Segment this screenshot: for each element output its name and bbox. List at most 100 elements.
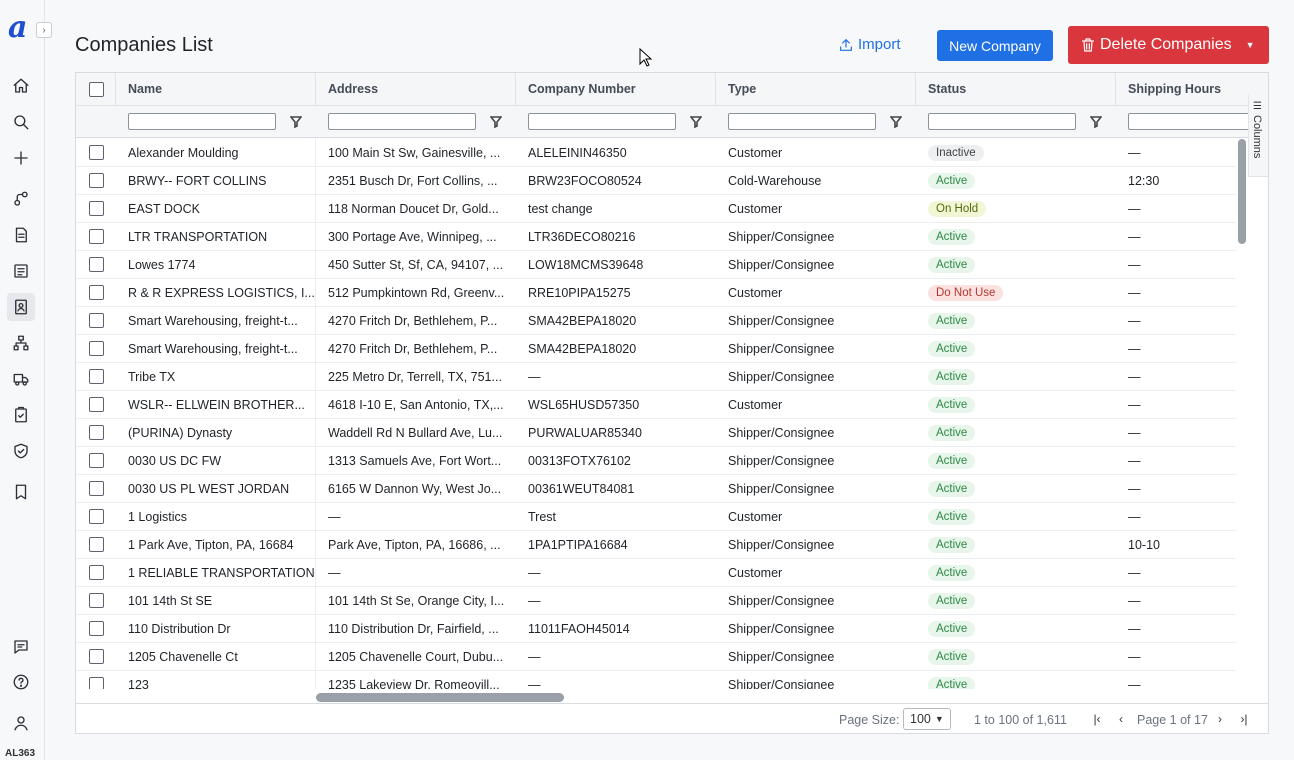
table-row[interactable]: Tribe TX 225 Metro Dr, Terrell, TX, 751..… [76, 363, 1236, 391]
cell-shipping-hours: — [1128, 425, 1141, 440]
delete-companies-button[interactable]: Delete Companies ▼ [1068, 26, 1269, 64]
column-header-name[interactable]: Name [116, 73, 316, 105]
row-checkbox[interactable] [76, 531, 116, 558]
clipboard-icon[interactable] [9, 403, 33, 427]
row-checkbox[interactable] [76, 671, 116, 689]
table-row[interactable]: 1 Logistics — Trest Customer Active — [76, 503, 1236, 531]
status-badge: Active [928, 424, 976, 441]
document-icon[interactable] [9, 223, 33, 247]
truck-icon[interactable] [9, 367, 33, 391]
row-checkbox[interactable] [76, 391, 116, 418]
row-checkbox[interactable] [76, 335, 116, 362]
cell-type: Shipper/Consignee [728, 313, 835, 328]
table-row[interactable]: BRWY-- FORT COLLINS 2351 Busch Dr, Fort C… [76, 167, 1236, 195]
cell-address: 100 Main St Sw, Gainesville, ... [328, 145, 501, 160]
hierarchy-icon[interactable] [9, 331, 33, 355]
contacts-icon[interactable] [7, 293, 35, 321]
column-header-shipping-hours[interactable]: Shipping Hours [1116, 73, 1268, 105]
table-row[interactable]: Lowes 1774 450 Sutter St, Sf, CA, 94107, … [76, 251, 1236, 279]
table-row[interactable]: EAST DOCK 118 Norman Doucet Dr, Gold... te… [76, 195, 1236, 223]
column-header-type[interactable]: Type [716, 73, 916, 105]
row-checkbox[interactable] [76, 615, 116, 642]
cell-company-number: RRE10PIPA15275 [528, 285, 631, 300]
table-row[interactable]: Smart Warehousing, freight-t... 4270 Frit… [76, 335, 1236, 363]
app-logo[interactable]: a [8, 13, 27, 43]
row-checkbox[interactable] [76, 223, 116, 250]
table-row[interactable]: 0030 US PL WEST JORDAN 6165 W Dannon Wy, … [76, 475, 1236, 503]
shield-check-icon[interactable] [9, 439, 33, 463]
filter-icon[interactable] [289, 115, 303, 128]
horizontal-scrollbar[interactable] [316, 693, 564, 702]
table-row[interactable]: 101 14th St SE 101 14th St Se, Orange Cit… [76, 587, 1236, 615]
cell-type: Shipper/Consignee [728, 257, 835, 272]
filter-input-type[interactable] [728, 113, 876, 130]
filter-icon[interactable] [489, 115, 503, 128]
user-icon[interactable] [9, 711, 33, 735]
table-row[interactable]: 0030 US DC FW 1313 Samuels Ave, Fort Wort… [76, 447, 1236, 475]
row-checkbox[interactable] [76, 167, 116, 194]
cell-address: 4270 Fritch Dr, Bethlehem, P... [328, 313, 498, 328]
filter-input-status[interactable] [928, 113, 1076, 130]
companies-grid: Name Address Company Number Type Status … [75, 72, 1269, 734]
help-icon[interactable] [9, 670, 33, 694]
sidebar-expand-button[interactable]: › [36, 22, 52, 38]
plus-icon[interactable] [9, 146, 33, 170]
table-row[interactable]: Alexander Moulding 100 Main St Sw, Gaines… [76, 139, 1236, 167]
first-page-button[interactable]: |‹ [1089, 711, 1105, 727]
cell-status: Active [916, 531, 1116, 558]
column-header-company-number[interactable]: Company Number [516, 73, 716, 105]
row-checkbox[interactable] [76, 139, 116, 166]
table-row[interactable]: (PURINA) Dynasty Waddell Rd N Bullard Ave… [76, 419, 1236, 447]
table-row[interactable]: 1 RELIABLE TRANSPORTATION — — Customer Activ… [76, 559, 1236, 587]
table-row[interactable]: R & R EXPRESS LOGISTICS, I... 512 Pumpkin… [76, 279, 1236, 307]
filter-icon[interactable] [889, 115, 903, 128]
page-size-select[interactable]: 100 ▼ [903, 708, 951, 730]
filter-icon[interactable] [689, 115, 703, 128]
chat-icon[interactable] [9, 635, 33, 659]
last-page-button[interactable]: ›| [1236, 711, 1252, 727]
caret-down-icon[interactable]: ▼ [1246, 40, 1255, 50]
table-row[interactable]: 1 Park Ave, Tipton, PA, 16684 Park Ave, T… [76, 531, 1236, 559]
row-checkbox[interactable] [76, 475, 116, 502]
row-checkbox[interactable] [76, 587, 116, 614]
next-page-button[interactable]: › [1212, 711, 1228, 727]
new-company-button[interactable]: New Company [937, 30, 1053, 61]
row-checkbox[interactable] [76, 307, 116, 334]
cell-address: 4618 I-10 E, San Antonio, TX,... [328, 397, 504, 412]
filter-input-company-number[interactable] [528, 113, 676, 130]
filter-input-name[interactable] [128, 113, 276, 130]
select-all-checkbox[interactable] [76, 73, 116, 105]
row-checkbox[interactable] [76, 279, 116, 306]
prev-page-button[interactable]: ‹ [1113, 711, 1129, 727]
row-checkbox[interactable] [76, 503, 116, 530]
columns-panel-tab[interactable]: ☰ Columns [1248, 95, 1268, 177]
cell-company-number: BRW23FOCO80524 [528, 173, 642, 188]
filter-input-address[interactable] [328, 113, 476, 130]
table-row[interactable]: LTR TRANSPORTATION 300 Portage Ave, Winni… [76, 223, 1236, 251]
cell-shipping-hours: — [1128, 509, 1141, 524]
home-icon[interactable] [9, 74, 33, 98]
table-row[interactable]: WSLR-- ELLWEIN BROTHER... 4618 I-10 E, Sa… [76, 391, 1236, 419]
row-checkbox[interactable] [76, 643, 116, 670]
column-header-address[interactable]: Address [316, 73, 516, 105]
bookmark-icon[interactable] [9, 480, 33, 504]
route-icon[interactable] [9, 187, 33, 211]
table-row[interactable]: 110 Distribution Dr 110 Distribution Dr, … [76, 615, 1236, 643]
row-checkbox[interactable] [76, 251, 116, 278]
table-row[interactable]: Smart Warehousing, freight-t... 4270 Frit… [76, 307, 1236, 335]
row-checkbox[interactable] [76, 419, 116, 446]
search-icon[interactable] [9, 110, 33, 134]
list-icon[interactable] [9, 259, 33, 283]
row-checkbox[interactable] [76, 363, 116, 390]
filter-icon[interactable] [1089, 115, 1103, 128]
table-row[interactable]: 1205 Chavenelle Ct 1205 Chavenelle Court,… [76, 643, 1236, 671]
table-row[interactable]: 123 1235 Lakeview Dr, Romeovill... — Shippe… [76, 671, 1236, 689]
cell-type: Shipper/Consignee [728, 453, 835, 468]
vertical-scrollbar[interactable] [1238, 139, 1246, 244]
import-button[interactable]: Import [838, 36, 901, 53]
columns-panel-label: Columns [1251, 115, 1263, 159]
row-checkbox[interactable] [76, 447, 116, 474]
column-header-status[interactable]: Status [916, 73, 1116, 105]
row-checkbox[interactable] [76, 195, 116, 222]
row-checkbox[interactable] [76, 559, 116, 586]
